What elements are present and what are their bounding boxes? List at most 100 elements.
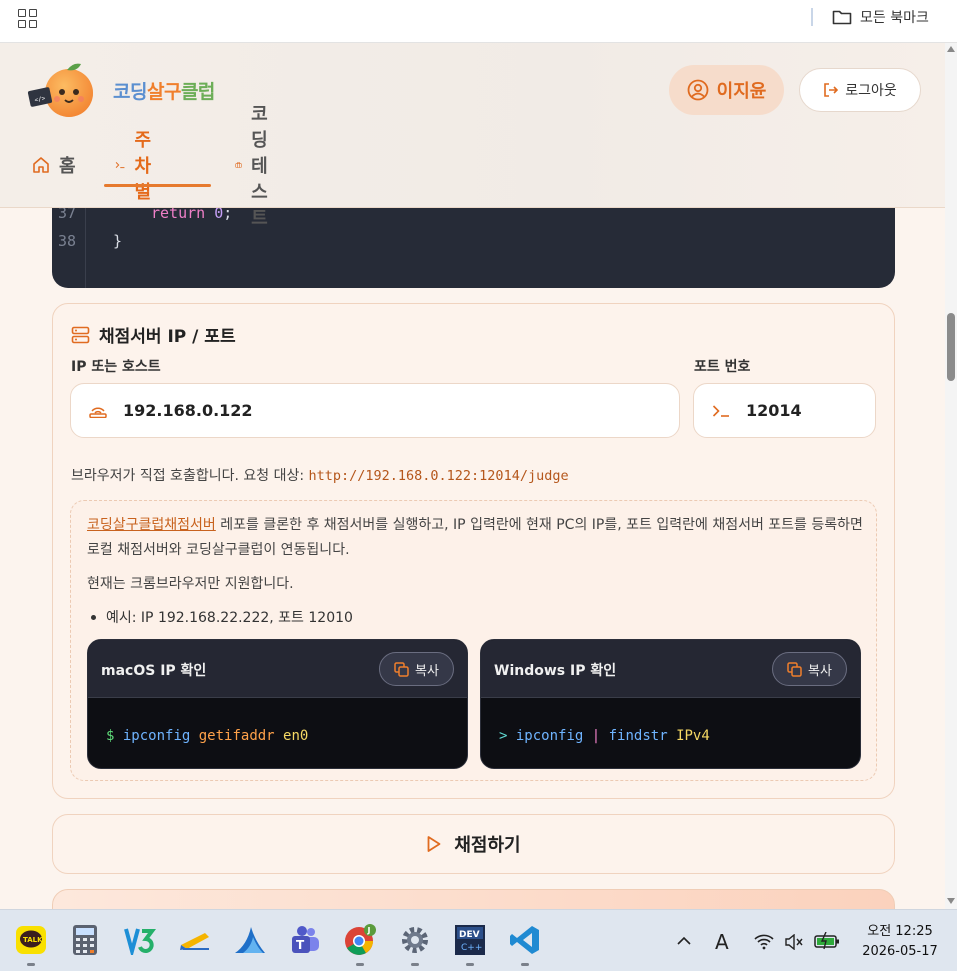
ip-value: 192.168.0.122 <box>123 401 253 420</box>
macos-ip-terminal: macOS IP 확인 복사 $ ipconfig getifaddr en0 <box>87 639 468 769</box>
running-indicator <box>411 963 419 966</box>
site-header: </> 코딩살구클럽 이지윤 로그아웃 홈 주차별 코딩테스트 <box>0 43 945 229</box>
svg-text:T: T <box>296 938 305 952</box>
running-indicator <box>27 963 35 966</box>
nav-home[interactable]: 홈 <box>32 143 76 187</box>
apricot-logo-icon[interactable]: </> <box>27 61 99 119</box>
folder-icon <box>832 10 852 25</box>
copy-icon <box>394 661 409 677</box>
user-icon <box>687 79 709 101</box>
server-title-text: 채점서버 IP / 포트 <box>99 327 236 347</box>
terminal-header: macOS IP 확인 복사 <box>88 640 467 698</box>
server-card-title: 채점서버 IP / 포트 <box>71 322 236 347</box>
port-input[interactable]: 12014 <box>693 383 876 438</box>
page-scrollbar[interactable] <box>945 43 957 909</box>
copy-button[interactable]: 복사 <box>379 652 454 686</box>
web-page: 37 38 return 0; } </> 코딩살구클럽 이지윤 로그아웃 홈 … <box>0 43 945 909</box>
devcpp-icon[interactable]: DEV C++ <box>453 923 487 966</box>
calculator-icon[interactable] <box>68 923 102 957</box>
command-arg: IPv4 <box>676 728 710 744</box>
user-profile-button[interactable]: 이지윤 <box>669 65 784 115</box>
logout-button[interactable]: 로그아웃 <box>799 68 921 112</box>
prompt: > <box>499 728 508 744</box>
grade-button[interactable]: 채점하기 <box>52 814 895 874</box>
svg-text:J: J <box>367 926 371 935</box>
terminal-header: Windows IP 확인 복사 <box>481 640 860 698</box>
v3-antivirus-icon[interactable] <box>123 923 157 957</box>
settings-gear-icon[interactable] <box>398 923 432 966</box>
copy-label: 복사 <box>808 663 832 679</box>
apps-grid-icon[interactable] <box>18 9 37 28</box>
site-logo-text[interactable]: 코딩살구클럽 <box>113 77 215 104</box>
running-indicator <box>356 963 364 966</box>
windows-ip-terminal: Windows IP 확인 복사 > ipconfig | findstr IP… <box>480 639 861 769</box>
bookmarks-bar: 모든 북마크 <box>0 0 957 43</box>
kakaotalk-icon[interactable]: TALK <box>14 923 48 966</box>
terminal-title: Windows IP 확인 <box>494 663 617 679</box>
request-url: http://192.168.0.122:12014/judge <box>308 468 569 484</box>
user-name: 이지윤 <box>716 81 767 102</box>
grading-server-repo-link[interactable]: 코딩살구클럽채점서버 <box>87 517 216 533</box>
terminal-icon <box>712 404 729 417</box>
notes-app-icon[interactable] <box>178 923 212 957</box>
scroll-up-arrow-icon[interactable] <box>947 46 955 52</box>
chrome-icon[interactable]: J <box>343 923 377 966</box>
router-icon <box>89 407 107 418</box>
ip-label: IP 또는 호스트 <box>71 359 161 375</box>
shark-browser-icon[interactable] <box>233 923 267 957</box>
port-label: 포트 번호 <box>694 359 751 375</box>
clock-date: 2026-05-17 <box>862 944 938 959</box>
browser-support-note: 현재는 크롬브라우저만 지원합니다. <box>87 576 294 592</box>
logo-part-2: 살구 <box>146 81 181 103</box>
bullet-dot <box>91 614 96 620</box>
example-item: 예시: IP 192.168.22.222, 포트 12010 <box>91 607 353 627</box>
home-icon <box>33 157 49 173</box>
port-value: 12014 <box>746 401 802 420</box>
hint-text: 브라우저가 직접 호출합니다. 요청 대상: <box>71 468 305 484</box>
windows-taskbar: TALK T J DEV C++ A 오전 12:25 2026-05-17 <box>0 909 957 971</box>
ip-input[interactable]: 192.168.0.122 <box>70 383 680 438</box>
vscode-icon[interactable] <box>508 923 542 966</box>
nav-coding-test[interactable]: 코딩테스트 <box>235 104 281 229</box>
copy-button[interactable]: 복사 <box>772 652 847 686</box>
system-clock[interactable]: 오전 12:25 2026-05-17 <box>858 922 942 962</box>
battery-charging-icon[interactable] <box>814 932 840 950</box>
chevron-up-icon[interactable] <box>677 936 691 946</box>
nav-weekly-label: 주차별 <box>134 130 152 203</box>
terminal-command: > ipconfig | findstr IPv4 <box>499 728 710 744</box>
svg-text:DEV: DEV <box>459 930 480 940</box>
grading-server-card: 채점서버 IP / 포트 IP 또는 호스트 포트 번호 192.168.0.1… <box>52 303 895 799</box>
terminal-icon <box>115 162 125 169</box>
command-arg: findstr <box>608 728 668 744</box>
speaker-muted-icon[interactable] <box>784 934 804 950</box>
code-line: } <box>113 232 123 250</box>
server-icon <box>71 326 90 343</box>
nav-coding-test-label: 코딩테스트 <box>251 104 268 229</box>
command: ipconfig <box>515 728 584 744</box>
setup-instructions: 코딩살구클럽채점서버 레포를 클론한 후 채점서버를 실행하고, IP 입력란에… <box>87 513 867 563</box>
logout-label: 로그아웃 <box>845 83 897 99</box>
next-section-card <box>52 889 895 909</box>
teams-icon[interactable]: T <box>288 923 322 957</box>
scrollbar-thumb[interactable] <box>947 313 955 381</box>
all-bookmarks-button[interactable]: 모든 북마크 <box>832 6 929 28</box>
pipe: | <box>591 728 601 744</box>
nav-weekly[interactable]: 주차별 <box>115 130 161 203</box>
terminal-title: macOS IP 확인 <box>101 663 207 679</box>
all-bookmarks-label: 모든 북마크 <box>860 10 929 26</box>
running-indicator <box>466 963 474 966</box>
svg-text:C++: C++ <box>461 943 482 953</box>
briefcase-icon <box>235 162 242 168</box>
ime-indicator[interactable]: A <box>715 930 729 954</box>
logout-icon <box>824 83 839 97</box>
wifi-icon[interactable] <box>753 932 775 950</box>
nav-home-label: 홈 <box>59 156 76 177</box>
svg-text:TALK: TALK <box>23 936 43 944</box>
logo-part-1: 코딩 <box>113 81 147 103</box>
terminal-command: $ ipconfig getifaddr en0 <box>106 728 308 744</box>
grade-button-label: 채점하기 <box>454 835 521 856</box>
scroll-down-arrow-icon[interactable] <box>947 898 955 904</box>
copy-label: 복사 <box>415 663 439 679</box>
line-number: 38 <box>58 232 77 250</box>
nav-active-indicator <box>104 184 211 187</box>
